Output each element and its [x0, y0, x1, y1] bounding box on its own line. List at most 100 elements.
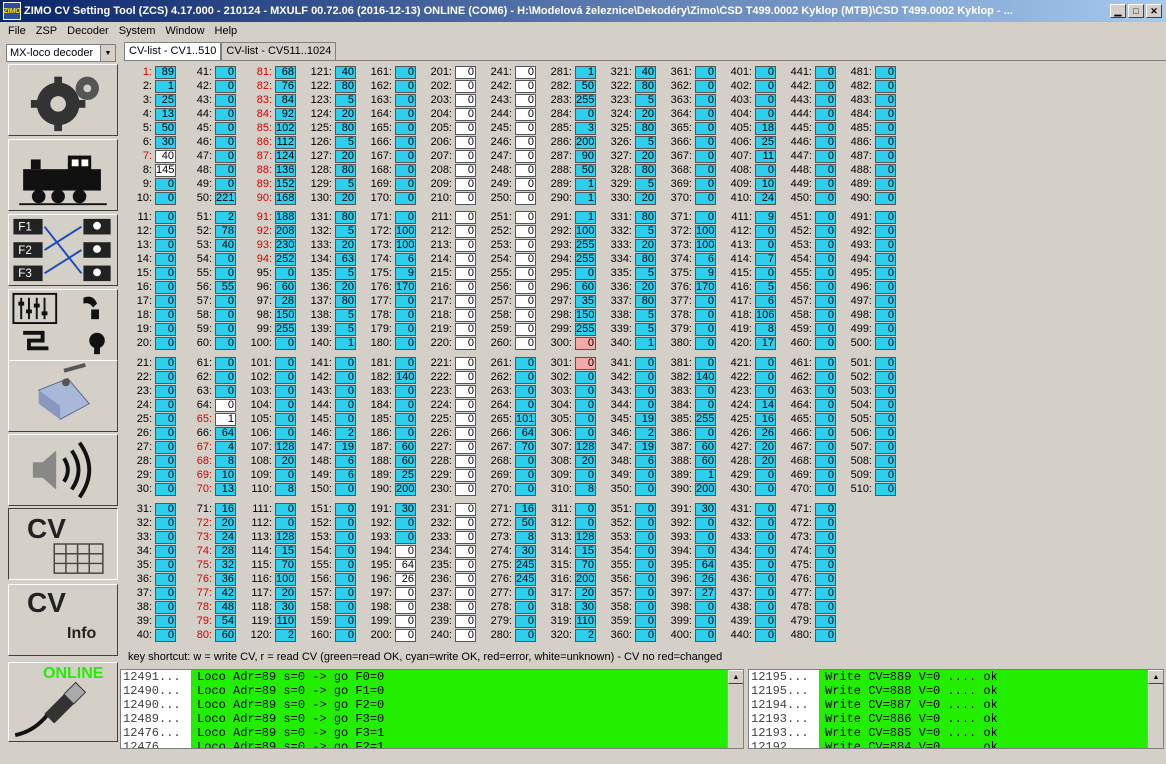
- cv-value-field[interactable]: 0: [155, 253, 176, 266]
- cv-value-field[interactable]: 28: [275, 295, 296, 308]
- menu-file[interactable]: File: [4, 25, 32, 37]
- cv-value-field[interactable]: 110: [575, 615, 596, 628]
- cv-value-field[interactable]: 0: [875, 483, 896, 496]
- cv-value-field[interactable]: 0: [155, 545, 176, 558]
- cv-value-field[interactable]: 0: [515, 108, 536, 121]
- cv-value-field[interactable]: 70: [515, 441, 536, 454]
- cv-value-field[interactable]: 0: [395, 66, 416, 79]
- cv-value-field[interactable]: 25: [395, 469, 416, 482]
- cv-value-field[interactable]: 6: [395, 253, 416, 266]
- cv-value-field[interactable]: 0: [155, 385, 176, 398]
- cv-value-field[interactable]: 100: [395, 239, 416, 252]
- cv-value-field[interactable]: 0: [695, 531, 716, 544]
- cv-value-field[interactable]: 2: [275, 629, 296, 642]
- cv-value-field[interactable]: 9: [755, 211, 776, 224]
- cv-value-field[interactable]: 0: [755, 94, 776, 107]
- cv-value-field[interactable]: 0: [815, 629, 836, 642]
- cv-value-field[interactable]: 1: [575, 66, 596, 79]
- cv-value-field[interactable]: 0: [635, 531, 656, 544]
- cv-value-field[interactable]: 13: [155, 108, 176, 121]
- cv-value-field[interactable]: 20: [635, 108, 656, 121]
- cv-value-field[interactable]: 0: [755, 503, 776, 516]
- cv-value-field[interactable]: 128: [275, 531, 296, 544]
- cv-value-field[interactable]: 0: [155, 239, 176, 252]
- cv-value-field[interactable]: 255: [275, 323, 296, 336]
- cv-value-field[interactable]: 0: [395, 295, 416, 308]
- cv-value-field[interactable]: 0: [755, 483, 776, 496]
- menu-decoder[interactable]: Decoder: [63, 25, 115, 37]
- cv-value-field[interactable]: 15: [575, 545, 596, 558]
- cv-value-field[interactable]: 0: [695, 385, 716, 398]
- cv-value-field[interactable]: 0: [815, 281, 836, 294]
- cv-value-field[interactable]: 0: [335, 371, 356, 384]
- cv-value-field[interactable]: 0: [815, 531, 836, 544]
- cv-value-field[interactable]: 0: [455, 122, 476, 135]
- cv-value-field[interactable]: 0: [635, 469, 656, 482]
- cv-value-field[interactable]: 8: [275, 483, 296, 496]
- cv-list-button[interactable]: CV: [8, 508, 118, 580]
- cv-value-field[interactable]: 0: [455, 413, 476, 426]
- cv-value-field[interactable]: 60: [695, 455, 716, 468]
- cv-value-field[interactable]: 26: [695, 573, 716, 586]
- cv-value-field[interactable]: 6: [755, 295, 776, 308]
- cv-value-field[interactable]: 0: [155, 587, 176, 600]
- cv-value-field[interactable]: 4: [215, 441, 236, 454]
- cv-value-field[interactable]: 0: [695, 357, 716, 370]
- cv-value-field[interactable]: 140: [395, 371, 416, 384]
- cv-value-field[interactable]: 112: [275, 136, 296, 149]
- cv-value-field[interactable]: 0: [755, 239, 776, 252]
- cv-value-field[interactable]: 0: [155, 267, 176, 280]
- cv-value-field[interactable]: 0: [335, 517, 356, 530]
- cv-value-field[interactable]: 55: [215, 281, 236, 294]
- cv-value-field[interactable]: 0: [575, 399, 596, 412]
- cv-value-field[interactable]: 20: [275, 455, 296, 468]
- cv-value-field[interactable]: 0: [575, 413, 596, 426]
- cv-value-field[interactable]: 90: [575, 150, 596, 163]
- cv-value-field[interactable]: 40: [335, 66, 356, 79]
- cv-value-field[interactable]: 5: [335, 323, 356, 336]
- minimize-button[interactable]: ▁: [1110, 4, 1126, 18]
- cv-value-field[interactable]: 0: [755, 108, 776, 121]
- cv-value-field[interactable]: 152: [275, 178, 296, 191]
- cv-value-field[interactable]: 0: [395, 587, 416, 600]
- cv-value-field[interactable]: 20: [635, 239, 656, 252]
- cv-value-field[interactable]: 0: [395, 211, 416, 224]
- cv-value-field[interactable]: 0: [815, 615, 836, 628]
- cv-value-field[interactable]: 0: [875, 66, 896, 79]
- cv-value-field[interactable]: 78: [215, 225, 236, 238]
- cv-value-field[interactable]: 0: [875, 253, 896, 266]
- cv-value-field[interactable]: 255: [575, 239, 596, 252]
- cv-value-field[interactable]: 60: [215, 629, 236, 642]
- cv-value-field[interactable]: 0: [575, 517, 596, 530]
- cv-value-field[interactable]: 0: [695, 94, 716, 107]
- cv-value-field[interactable]: 0: [515, 225, 536, 238]
- cv-value-field[interactable]: 0: [395, 531, 416, 544]
- cv-value-field[interactable]: 0: [815, 225, 836, 238]
- cv-value-field[interactable]: 5: [335, 178, 356, 191]
- cv-value-field[interactable]: 0: [755, 629, 776, 642]
- cv-value-field[interactable]: 0: [275, 413, 296, 426]
- tab-cv1-510[interactable]: CV-list - CV1..510: [124, 42, 222, 61]
- cv-value-field[interactable]: 102: [275, 122, 296, 135]
- cv-value-field[interactable]: 0: [575, 337, 596, 350]
- cv-value-field[interactable]: 5: [635, 267, 656, 280]
- cv-value-field[interactable]: 0: [815, 211, 836, 224]
- cv-value-field[interactable]: 24: [755, 192, 776, 205]
- cv-value-field[interactable]: 0: [815, 178, 836, 191]
- cv-value-field[interactable]: 10: [755, 178, 776, 191]
- cv-value-field[interactable]: 17: [755, 337, 776, 350]
- cv-value-field[interactable]: 0: [335, 503, 356, 516]
- cv-value-field[interactable]: 64: [695, 559, 716, 572]
- cv-value-field[interactable]: 0: [515, 399, 536, 412]
- cv-value-field[interactable]: 5: [635, 178, 656, 191]
- cv-value-field[interactable]: 255: [695, 413, 716, 426]
- cv-value-field[interactable]: 0: [515, 136, 536, 149]
- cv-value-field[interactable]: 255: [575, 323, 596, 336]
- cv-value-field[interactable]: 0: [455, 399, 476, 412]
- cv-value-field[interactable]: 0: [875, 441, 896, 454]
- cv-value-field[interactable]: 0: [815, 441, 836, 454]
- cv-value-field[interactable]: 0: [155, 211, 176, 224]
- cv-value-field[interactable]: 0: [875, 80, 896, 93]
- cv-value-field[interactable]: 0: [455, 503, 476, 516]
- cv-value-field[interactable]: 20: [335, 150, 356, 163]
